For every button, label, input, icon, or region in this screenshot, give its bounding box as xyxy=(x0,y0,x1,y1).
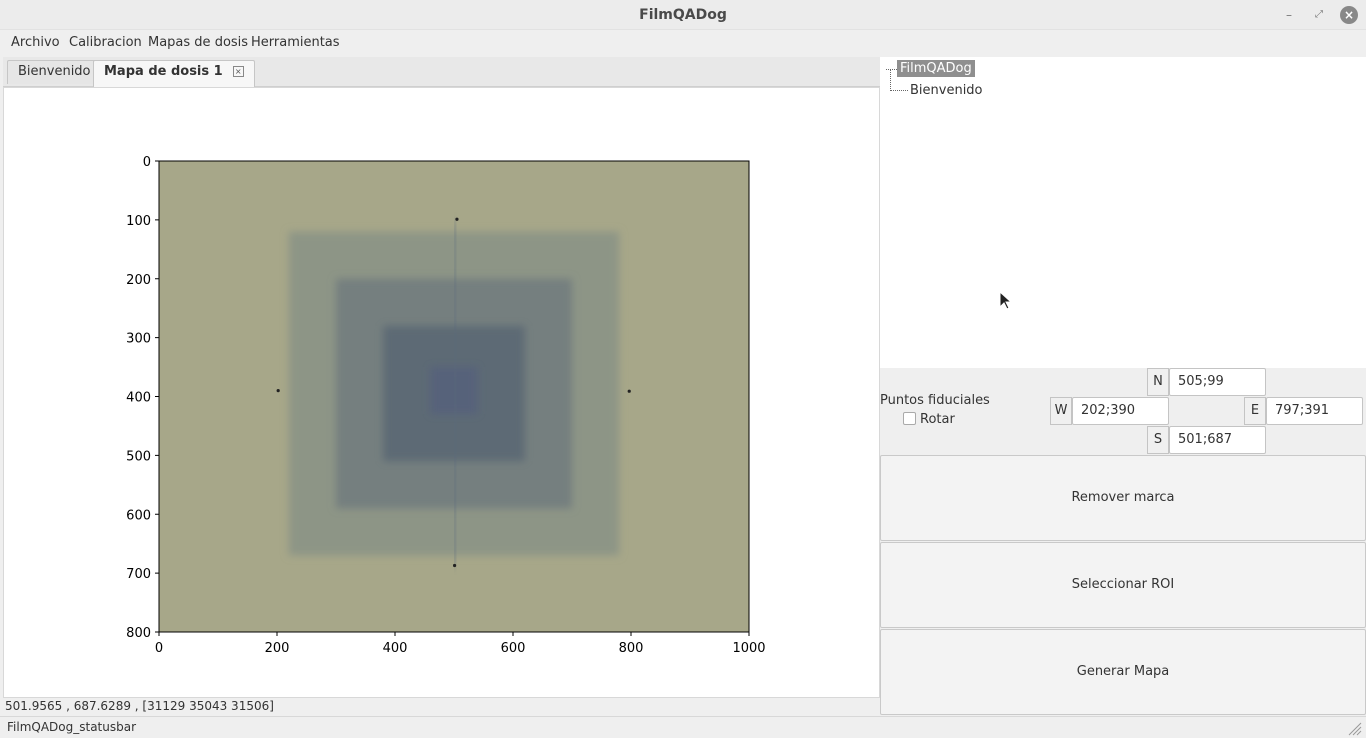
y-tick-label: 700 xyxy=(126,567,151,582)
menu-bar: Archivo Calibracion Mapas de dosis Herra… xyxy=(0,30,1366,56)
north-input[interactable]: 505;99 xyxy=(1169,368,1266,396)
y-tick-label: 200 xyxy=(126,273,151,288)
rotate-option[interactable]: Rotar xyxy=(903,412,955,427)
y-tick-label: 0 xyxy=(143,155,151,170)
tree-connector xyxy=(890,90,908,91)
fiducial-mark xyxy=(627,389,631,393)
south-input[interactable]: 501;687 xyxy=(1169,426,1266,454)
y-tick-label: 600 xyxy=(126,508,151,523)
select-roi-button[interactable]: Seleccionar ROI xyxy=(880,542,1366,628)
window-title: FilmQADog xyxy=(639,7,727,23)
fiducial-mark xyxy=(452,563,457,568)
tab-bienvenido[interactable]: Bienvenido xyxy=(7,60,102,84)
tab-close-icon[interactable]: × xyxy=(232,66,244,77)
west-label: W xyxy=(1050,397,1072,425)
generate-map-button[interactable]: Generar Mapa xyxy=(880,629,1366,715)
tab-label: Mapa de dosis 1 xyxy=(104,64,223,79)
cursor-coordinates: 501.9565 , 687.6289 , [31129 35043 31506… xyxy=(5,699,274,713)
rotate-label: Rotar xyxy=(920,412,955,427)
x-tick-label: 400 xyxy=(383,641,408,656)
y-tick-label: 500 xyxy=(126,449,151,464)
fiducial-mark xyxy=(455,217,459,221)
y-tick-label: 800 xyxy=(126,626,151,641)
tree-connector xyxy=(886,69,897,70)
y-tick-label: 100 xyxy=(126,214,151,229)
fiducials-label: Puntos fiduciales xyxy=(880,393,990,408)
menu-herramientas[interactable]: Herramientas xyxy=(251,35,340,50)
status-text: FilmQADog_statusbar xyxy=(7,720,137,734)
minimize-icon[interactable]: – xyxy=(1280,6,1298,24)
east-input[interactable]: 797;391 xyxy=(1266,397,1363,425)
plot-canvas[interactable]: 0 200 400 600 800 1000 0 100 200 300 400 500 600 700 8… xyxy=(4,88,879,697)
title-bar: FilmQADog – ⤢ × xyxy=(0,0,1366,30)
menu-calibracion[interactable]: Calibracion xyxy=(69,35,142,50)
menu-archivo[interactable]: Archivo xyxy=(11,35,60,50)
tab-mapa-de-dosis-1[interactable]: Mapa de dosis 1 × xyxy=(93,60,255,87)
tab-label: Bienvenido xyxy=(18,64,91,79)
needle-line xyxy=(452,219,458,568)
x-tick-label: 600 xyxy=(501,641,526,656)
north-label: N xyxy=(1147,368,1169,396)
west-input[interactable]: 202;390 xyxy=(1072,397,1169,425)
mouse-cursor-icon xyxy=(999,291,1013,310)
status-bar: FilmQADog_statusbar xyxy=(0,716,1366,738)
x-tick-label: 800 xyxy=(619,641,644,656)
south-label: S xyxy=(1147,426,1169,454)
menu-mapas-de-dosis[interactable]: Mapas de dosis xyxy=(148,35,248,50)
tree-node-root[interactable]: FilmQADog xyxy=(897,60,975,77)
document-area: Bienvenido Mapa de dosis 1 × 0 200 400 600 80… xyxy=(3,57,880,715)
x-tick-label: 200 xyxy=(265,641,290,656)
x-tick-label: 1000 xyxy=(732,641,765,656)
y-tick-label: 300 xyxy=(126,332,151,347)
dose-map-plot[interactable]: 0 200 400 600 800 1000 0 100 200 300 400 500 600 700 8… xyxy=(3,87,880,698)
project-tree[interactable]: FilmQADog Bienvenido xyxy=(880,57,1366,368)
tree-node-bienvenido[interactable]: Bienvenido xyxy=(910,83,983,98)
rotate-checkbox[interactable] xyxy=(903,412,916,425)
east-label: E xyxy=(1244,397,1266,425)
x-tick-label: 0 xyxy=(155,641,163,656)
remove-mark-button[interactable]: Remover marca xyxy=(880,455,1366,541)
restore-icon[interactable]: ⤢ xyxy=(1310,6,1328,24)
right-panel: FilmQADog Bienvenido Puntos fiduciales R… xyxy=(880,57,1366,715)
fiducial-mark xyxy=(276,389,280,393)
close-icon[interactable]: × xyxy=(1340,6,1358,24)
tab-bar: Bienvenido Mapa de dosis 1 × xyxy=(3,57,880,87)
y-tick-label: 400 xyxy=(126,391,151,406)
resize-grip-icon[interactable] xyxy=(1346,720,1362,736)
tree-connector xyxy=(890,69,891,91)
